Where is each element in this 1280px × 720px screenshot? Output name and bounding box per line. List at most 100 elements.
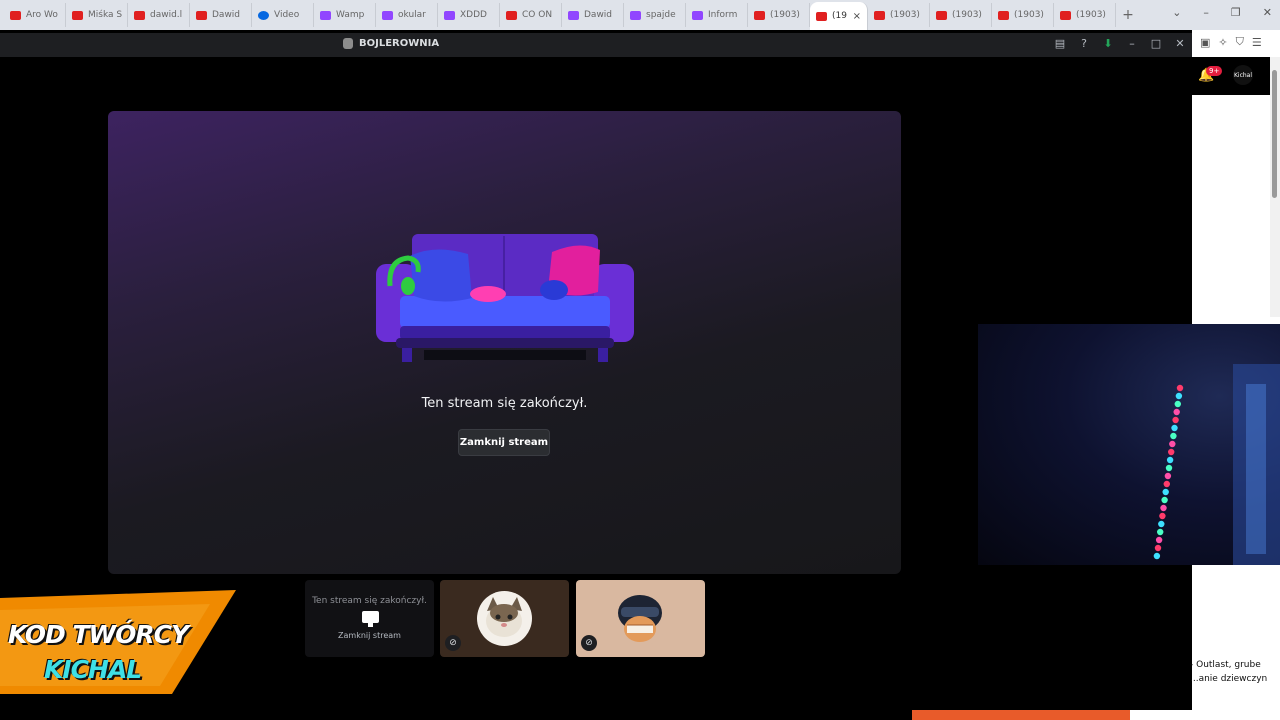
tab-label: (1903)	[1076, 10, 1106, 20]
inbox-icon[interactable]: ▤	[1054, 37, 1066, 50]
tab-label: Dawid	[584, 10, 613, 20]
browser-tab[interactable]: XDDD	[438, 3, 500, 27]
browser-tab[interactable]: Aro Wo	[4, 3, 66, 27]
browser-tab[interactable]: Video	[252, 3, 314, 27]
browser-tab[interactable]: (1903)	[992, 3, 1054, 27]
couch-illustration	[376, 234, 634, 362]
promo-line2: KICHAL	[44, 655, 142, 684]
new-tab-button[interactable]: +	[1116, 7, 1140, 23]
stream-tile[interactable]: Ten stream się zakończył. Zamknij stream	[305, 580, 434, 657]
minimize-icon[interactable]: –	[1203, 6, 1209, 19]
webcam-overlay	[978, 324, 1280, 565]
tab-label: XDDD	[460, 10, 487, 20]
youtube-icon	[134, 10, 145, 20]
tab-label: CO ON	[522, 10, 553, 20]
scrollbar-thumb[interactable]	[1272, 70, 1277, 198]
minimize-icon[interactable]: –	[1126, 37, 1138, 50]
video-title-snippet[interactable]: - Outlast, grube ...anie dziewczyn	[1190, 658, 1280, 686]
window-controls: ⌄ – ❐ ✕	[1172, 6, 1272, 19]
browser-tab[interactable]: okular	[376, 3, 438, 27]
participant-tile[interactable]: ⊘	[576, 580, 705, 657]
browser-tab[interactable]: (1903)	[748, 3, 810, 27]
participant-tile[interactable]: ⊘	[440, 580, 569, 657]
monitor-icon	[362, 611, 379, 627]
youtube-icon	[1060, 10, 1071, 20]
tab-label: (1903)	[890, 10, 920, 20]
server-icon	[343, 38, 353, 49]
youtube-icon	[998, 10, 1009, 20]
browser-tab[interactable]: CO ON	[500, 3, 562, 27]
thumbnail-strip[interactable]	[912, 710, 1130, 720]
youtube-icon	[72, 10, 83, 20]
maximize-icon[interactable]: □	[1150, 37, 1162, 50]
browser-tab[interactable]: spajde	[624, 3, 686, 27]
youtube-icon	[506, 10, 517, 20]
twitch-icon	[382, 10, 393, 20]
avatar[interactable]: Kichal	[1233, 65, 1253, 85]
tab-label: spajde	[646, 10, 676, 20]
tab-label: (1903)	[1014, 10, 1044, 20]
youtube-icon	[816, 11, 827, 21]
twitch-icon	[320, 10, 331, 20]
chevron-down-icon[interactable]: ⌄	[1172, 6, 1181, 19]
title-bar-icons: ▤ ? ⬇ – □ ✕	[1054, 37, 1186, 50]
tab-label: okular	[398, 10, 426, 20]
youtube-icon	[10, 10, 21, 20]
browser-tab[interactable]: (1903)	[1054, 3, 1116, 27]
close-stream-button[interactable]: Zamknij stream	[458, 429, 550, 456]
close-icon[interactable]: ✕	[1174, 37, 1186, 50]
twitch-icon	[692, 10, 703, 20]
meta-icon	[258, 10, 269, 20]
browser-tab[interactable]: Inform	[686, 3, 748, 27]
sparkle-icon[interactable]: ✧	[1218, 36, 1227, 49]
tab-label: Aro Wo	[26, 10, 58, 20]
avatar	[477, 591, 532, 646]
tile-ended-text: Ten stream się zakończył.	[312, 596, 427, 606]
muted-mic-icon: ⊘	[445, 635, 461, 651]
browser-tab[interactable]: Dawid	[562, 3, 624, 27]
browser-tab[interactable]: (1903)	[930, 3, 992, 27]
restore-icon[interactable]: ❐	[1231, 6, 1241, 19]
muted-mic-icon: ⊘	[581, 635, 597, 651]
discord-title-bar: BOJLEROWNIA ▤ ? ⬇ – □ ✕	[0, 33, 1192, 57]
notification-badge: 9+	[1206, 66, 1223, 76]
browser-tab[interactable]: (19 ×	[810, 2, 868, 30]
browser-tab[interactable]: Miśka S	[66, 3, 128, 27]
wallet-icon[interactable]: ▣	[1200, 36, 1210, 49]
meta-strip	[1130, 710, 1280, 720]
tab-label: dawid.l	[150, 10, 183, 20]
server-header[interactable]: BOJLEROWNIA	[343, 38, 439, 49]
browser-toolbar-icons: ▣ ✧ ⛉ ☰	[1192, 30, 1280, 54]
download-icon[interactable]: ⬇	[1102, 37, 1114, 50]
tab-label: Miśka S	[88, 10, 123, 20]
tab-label: (1903)	[770, 10, 800, 20]
avatar	[613, 591, 668, 646]
menu-icon[interactable]: ☰	[1252, 36, 1262, 49]
stream-ended-message: Ten stream się zakończył.	[421, 396, 588, 411]
tab-label: Wamp	[336, 10, 365, 20]
browser-tab[interactable]: dawid.l	[128, 3, 190, 27]
youtube-icon	[754, 10, 765, 20]
youtube-icon	[874, 10, 885, 20]
tile-close-stream[interactable]: Zamknij stream	[305, 631, 434, 640]
tab-strip: Aro Wo Miśka S dawid.l Dawid Video Wamp okular…	[4, 0, 1116, 30]
tab-label: (1903)	[952, 10, 982, 20]
youtube-icon	[196, 10, 207, 20]
shield-icon[interactable]: ⛉	[1236, 35, 1244, 49]
twitch-icon	[630, 10, 641, 20]
close-icon[interactable]: ✕	[1263, 6, 1272, 19]
tab-label: Inform	[708, 10, 738, 20]
twitch-icon	[568, 10, 579, 20]
browser-tab-bar: Aro Wo Miśka S dawid.l Dawid Video Wamp okular…	[0, 0, 1280, 30]
tab-label: Dawid	[212, 10, 241, 20]
browser-tab[interactable]: Dawid	[190, 3, 252, 27]
help-icon[interactable]: ?	[1078, 37, 1090, 50]
tab-label: (19	[832, 11, 847, 21]
browser-tab[interactable]: Wamp	[314, 3, 376, 27]
youtube-icon	[936, 10, 947, 20]
twitch-icon	[444, 10, 455, 20]
close-tab-icon[interactable]: ×	[853, 11, 861, 22]
server-name: BOJLEROWNIA	[359, 38, 440, 49]
promo-line1: KOD TWÓRCY	[8, 620, 189, 649]
browser-tab[interactable]: (1903)	[868, 3, 930, 27]
